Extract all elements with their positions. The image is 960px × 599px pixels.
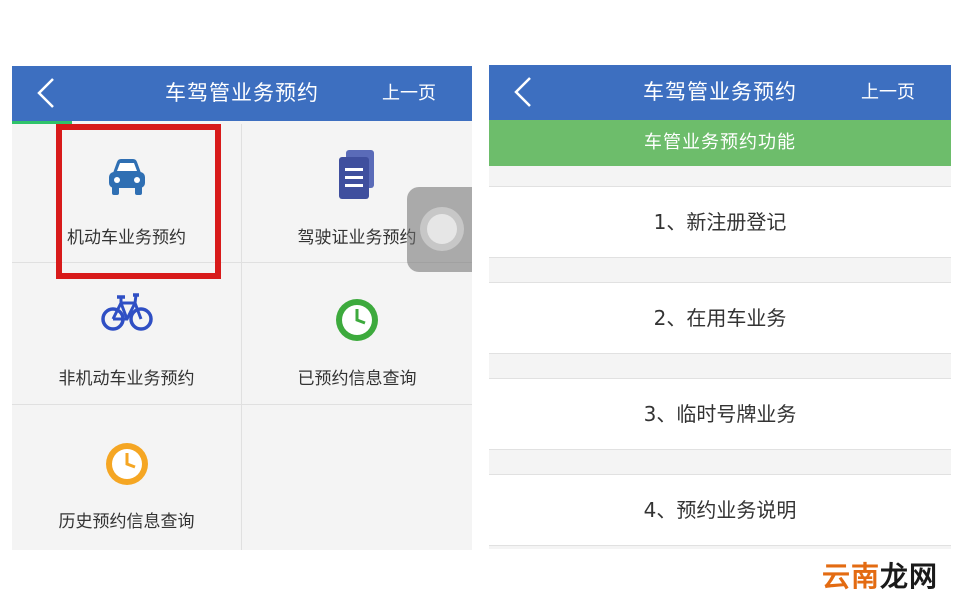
- menu-item-new-registration[interactable]: 1、新注册登记: [489, 186, 951, 258]
- tile-label: 历史预约信息查询: [58, 512, 195, 532]
- menu-item-temporary-plate[interactable]: 3、临时号牌业务: [489, 378, 951, 450]
- history-appointment-query-tile[interactable]: 历史预约信息查询: [12, 405, 241, 550]
- left-phone-screen: 车驾管业务预约 上一页 机动车业务预约 驾驶证业务预约 非机动车业务预约 已预约…: [12, 66, 472, 550]
- watermark-part-b: 龙网: [880, 560, 939, 593]
- left-header-bar: 车驾管业务预约 上一页: [12, 66, 472, 121]
- tile-label: 非机动车业务预约: [58, 369, 195, 389]
- assistive-touch-core: [427, 214, 457, 244]
- watermark-part-a: 云南: [822, 560, 881, 593]
- prev-page-button[interactable]: 上一页: [382, 66, 436, 121]
- menu-item-vehicle-in-use[interactable]: 2、在用车业务: [489, 282, 951, 354]
- non-motor-vehicle-appointment-tile[interactable]: 非机动车业务预约: [12, 263, 241, 404]
- clock-icon: [105, 443, 148, 485]
- site-watermark-logo: 云南龙网: [822, 555, 938, 595]
- highlight-annotation-box: [56, 124, 221, 279]
- prev-page-button[interactable]: 上一页: [861, 65, 915, 120]
- assistive-touch-button[interactable]: [407, 187, 472, 272]
- right-phone-screen: 车驾管业务预约 上一页 车管业务预约功能 1、新注册登记 2、在用车业务 3、临…: [489, 65, 951, 549]
- booked-info-query-tile[interactable]: 已预约信息查询: [242, 263, 472, 404]
- tile-label: 已预约信息查询: [297, 369, 417, 389]
- right-header-bar: 车驾管业务预约 上一页: [489, 65, 951, 120]
- section-title-bar: 车管业务预约功能: [489, 120, 951, 166]
- clock-icon: [336, 299, 378, 341]
- menu-item-appointment-guide[interactable]: 4、预约业务说明: [489, 474, 951, 546]
- bicycle-icon: [100, 293, 153, 331]
- document-icon: [339, 150, 374, 199]
